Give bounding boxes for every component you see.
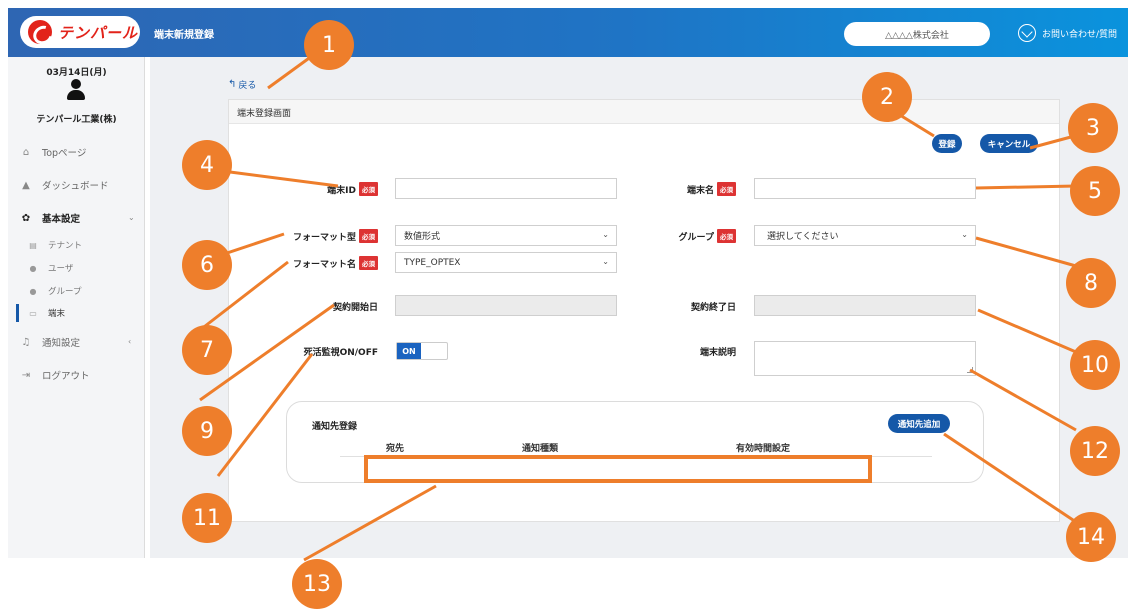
- annotation-marker-13: 13: [292, 559, 342, 609]
- annotation-marker-6: 6: [182, 240, 232, 290]
- annotation-marker-12: 12: [1070, 426, 1120, 476]
- annotation-marker-1: 1: [304, 20, 354, 70]
- annotation-marker-14: 14: [1066, 512, 1116, 562]
- annotation-marker-2: 2: [862, 72, 912, 122]
- annotation-marker-8: 8: [1066, 258, 1116, 308]
- annotation-marker-7: 7: [182, 325, 232, 375]
- annotation-marker-5: 5: [1070, 166, 1120, 216]
- annotation-marker-9: 9: [182, 406, 232, 456]
- annotation-marker-3: 3: [1068, 103, 1118, 153]
- annotation-marker-11: 11: [182, 493, 232, 543]
- annotation-leader-lines: [199, 54, 1083, 562]
- annotation-marker-4: 4: [182, 140, 232, 190]
- annotation-marker-10: 10: [1070, 340, 1120, 390]
